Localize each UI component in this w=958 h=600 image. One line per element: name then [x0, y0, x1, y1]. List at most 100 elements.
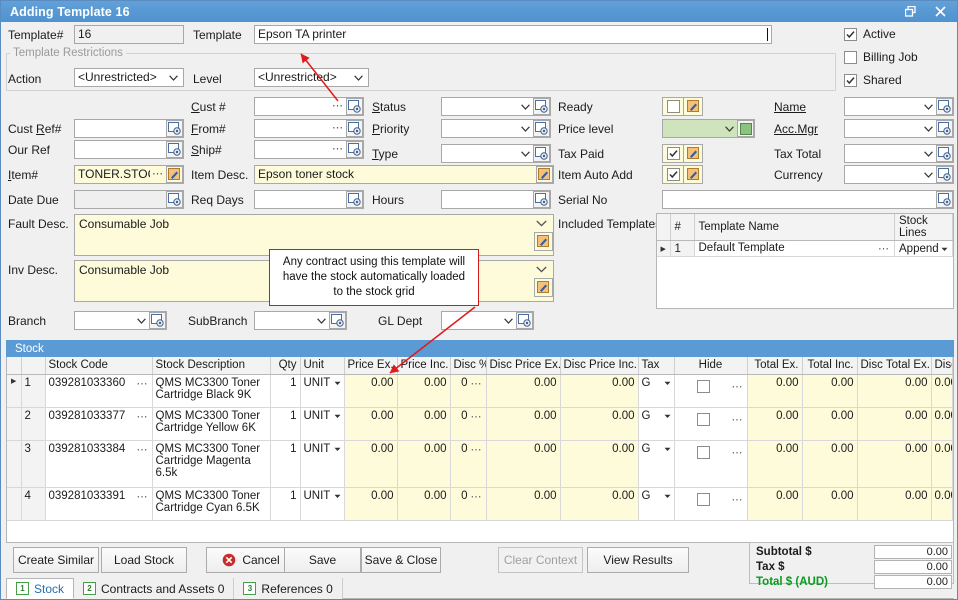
- gl-dept-select[interactable]: [441, 311, 534, 330]
- cell-unit[interactable]: UNIT: [300, 374, 344, 407]
- level-select[interactable]: <Unrestricted>: [254, 68, 369, 87]
- col-tax[interactable]: Tax: [638, 357, 674, 374]
- close-icon[interactable]: [925, 2, 955, 21]
- cell-tax[interactable]: G: [638, 407, 674, 440]
- tab-references[interactable]: 3 References 0: [234, 578, 342, 599]
- col-qty[interactable]: Qty: [270, 357, 300, 374]
- cell-price-inc[interactable]: 0.00: [397, 487, 450, 520]
- active-checkbox[interactable]: Active: [844, 27, 896, 41]
- chevron-down-icon[interactable]: [334, 490, 341, 502]
- our-ref-input[interactable]: [74, 140, 184, 159]
- billing-job-checkbox[interactable]: Billing Job: [844, 50, 918, 64]
- lookup-gear-icon[interactable]: [533, 191, 550, 208]
- cell-disc-total-ex[interactable]: 0.00: [857, 407, 931, 440]
- lookup-gear-icon[interactable]: [936, 98, 953, 115]
- row-template-name[interactable]: Default Template ⋯: [694, 241, 895, 257]
- subbranch-select[interactable]: [254, 311, 347, 330]
- chevron-down-icon[interactable]: [334, 410, 341, 422]
- item-no-input[interactable]: TONER.STOCK ⋯: [74, 165, 184, 184]
- included-templates-grid[interactable]: # Template Name Stock Lines ▶ 1 Default …: [656, 213, 954, 309]
- cell-disc-total-ex[interactable]: 0.00: [857, 374, 931, 407]
- ellipsis-icon[interactable]: ⋯: [878, 242, 890, 255]
- edit-pencil-icon[interactable]: [166, 166, 183, 183]
- cell-qty[interactable]: 1: [270, 440, 300, 487]
- col-disc-pct[interactable]: Disc %: [450, 357, 486, 374]
- col-disc-total-inc[interactable]: Disc Total Inc.: [931, 357, 953, 374]
- cell-unit[interactable]: UNIT: [300, 440, 344, 487]
- cell-disc-price-inc[interactable]: 0.00: [560, 374, 638, 407]
- ellipsis-icon[interactable]: ⋯: [732, 493, 744, 506]
- cell-total-inc[interactable]: 0.00: [802, 440, 857, 487]
- ellipsis-icon[interactable]: ⋯: [150, 166, 166, 183]
- cell-total-inc[interactable]: 0.00: [802, 374, 857, 407]
- cell-stock-description[interactable]: QMS MC3300 Toner Cartridge Yellow 6K: [152, 407, 270, 440]
- from-no-input[interactable]: ⋯: [254, 119, 364, 138]
- ready-checkbox-widget[interactable]: [662, 97, 703, 116]
- edit-pencil-icon[interactable]: [536, 166, 553, 183]
- fault-desc-dropdown-icon[interactable]: [536, 216, 547, 230]
- lookup-gear-icon[interactable]: [166, 141, 183, 158]
- cell-stock-code[interactable]: 039281033360⋯: [45, 374, 152, 407]
- col-price-ex[interactable]: Price Ex.: [344, 357, 397, 374]
- lookup-gear-icon[interactable]: [346, 98, 363, 115]
- cell-total-ex[interactable]: 0.00: [747, 487, 802, 520]
- col-template-name[interactable]: Template Name: [694, 214, 895, 241]
- chevron-down-icon[interactable]: [664, 490, 671, 502]
- col-disc-price-ex[interactable]: Disc Price Ex.: [486, 357, 560, 374]
- col-marker[interactable]: [7, 357, 21, 374]
- cell-disc-total-ex[interactable]: 0.00: [857, 440, 931, 487]
- table-row[interactable]: ▶1039281033360⋯QMS MC3300 Toner Cartridg…: [7, 374, 953, 407]
- cell-disc-total-ex[interactable]: 0.00: [857, 487, 931, 520]
- cell-stock-code[interactable]: 039281033377⋯: [45, 407, 152, 440]
- ellipsis-icon[interactable]: ⋯: [137, 490, 149, 503]
- cell-tax[interactable]: G: [638, 374, 674, 407]
- cell-qty[interactable]: 1: [270, 407, 300, 440]
- cell-stock-description[interactable]: QMS MC3300 Toner Cartridge Black 9K: [152, 374, 270, 407]
- lookup-gear-icon[interactable]: [936, 120, 953, 137]
- tab-stock[interactable]: 1 Stock: [6, 578, 74, 599]
- ellipsis-icon[interactable]: ⋯: [732, 446, 744, 459]
- template-name-input[interactable]: Epson TA printer: [254, 25, 772, 44]
- cell-disc-pct[interactable]: 0⋯: [450, 487, 486, 520]
- req-days-input[interactable]: [254, 190, 364, 209]
- lookup-gear-icon[interactable]: [936, 191, 953, 208]
- cust-ref-input[interactable]: [74, 119, 184, 138]
- chevron-down-icon[interactable]: [334, 443, 341, 455]
- clear-context-button[interactable]: Clear Context: [498, 547, 583, 573]
- lookup-gear-icon[interactable]: [533, 98, 550, 115]
- ellipsis-icon[interactable]: ⋯: [330, 141, 346, 158]
- cell-price-ex[interactable]: 0.00: [344, 407, 397, 440]
- cell-disc-price-ex[interactable]: 0.00: [486, 407, 560, 440]
- cell-total-ex[interactable]: 0.00: [747, 407, 802, 440]
- type-select[interactable]: [441, 144, 551, 163]
- cell-hide[interactable]: ⋯: [674, 440, 747, 487]
- priority-select[interactable]: [441, 119, 551, 138]
- lookup-gear-icon[interactable]: [346, 191, 363, 208]
- col-total-ex[interactable]: Total Ex.: [747, 357, 802, 374]
- cell-stock-code[interactable]: 039281033384⋯: [45, 440, 152, 487]
- cancel-button[interactable]: Cancel: [206, 547, 296, 573]
- col-stock-lines[interactable]: Stock Lines: [895, 214, 953, 241]
- cell-tax[interactable]: G: [638, 487, 674, 520]
- cell-disc-total-inc[interactable]: 0.00: [931, 407, 953, 440]
- ellipsis-icon[interactable]: ⋯: [137, 410, 149, 423]
- col-unit[interactable]: Unit: [300, 357, 344, 374]
- lookup-gear-icon[interactable]: [346, 120, 363, 137]
- cell-disc-price-ex[interactable]: 0.00: [486, 487, 560, 520]
- edit-pencil-icon[interactable]: [683, 145, 702, 162]
- branch-select[interactable]: [74, 311, 167, 330]
- col-marker[interactable]: [657, 214, 670, 241]
- lookup-gear-icon[interactable]: [533, 145, 550, 162]
- cell-hide[interactable]: ⋯: [674, 407, 747, 440]
- cell-disc-price-ex[interactable]: 0.00: [486, 374, 560, 407]
- lookup-gear-icon[interactable]: [166, 120, 183, 137]
- save-and-close-button[interactable]: Save & Close: [361, 547, 441, 573]
- create-similar-button[interactable]: Create Similar: [13, 547, 99, 573]
- col-stock-description[interactable]: Stock Description: [152, 357, 270, 374]
- cell-qty[interactable]: 1: [270, 374, 300, 407]
- load-stock-button[interactable]: Load Stock: [101, 547, 187, 573]
- row-stock-lines[interactable]: Append: [895, 241, 953, 257]
- chevron-down-icon[interactable]: [664, 377, 671, 389]
- price-level-select[interactable]: [662, 119, 755, 138]
- ellipsis-icon[interactable]: ⋯: [471, 443, 483, 456]
